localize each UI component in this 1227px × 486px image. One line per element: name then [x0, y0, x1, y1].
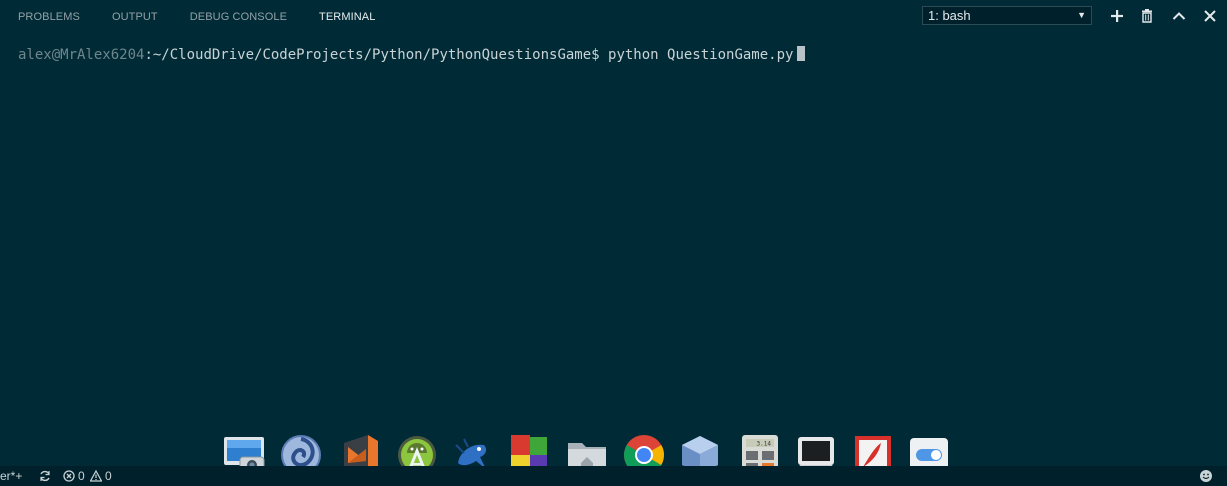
warning-count[interactable]: 0: [105, 469, 112, 483]
close-icon: [1204, 10, 1216, 22]
tab-terminal[interactable]: TERMINAL: [319, 9, 375, 25]
close-panel-button[interactable]: [1202, 8, 1218, 24]
tab-problems[interactable]: PROBLEMS: [18, 9, 80, 25]
prompt-path: :~/CloudDrive/CodeProjects/Python/Python…: [144, 47, 600, 63]
terminal-cursor: [797, 46, 806, 61]
panel-header: PROBLEMS OUTPUT DEBUG CONSOLE TERMINAL 1…: [0, 0, 1227, 33]
new-terminal-button[interactable]: [1109, 8, 1125, 24]
sync-icon[interactable]: [39, 470, 51, 485]
trash-icon: [1142, 9, 1152, 23]
prompt-user-host: alex@MrAlex6204: [18, 47, 145, 63]
panel-tabs: PROBLEMS OUTPUT DEBUG CONSOLE TERMINAL: [18, 9, 407, 25]
kill-terminal-button[interactable]: [1139, 8, 1155, 24]
plus-icon: [1111, 10, 1123, 22]
terminal-select-value: 1: bash: [928, 8, 971, 23]
warning-icon: [89, 469, 103, 485]
terminal-select-dropdown[interactable]: 1: bash ▼: [922, 6, 1092, 25]
error-count[interactable]: 0: [78, 469, 85, 483]
error-icon: [63, 470, 75, 485]
tab-output[interactable]: OUTPUT: [112, 9, 158, 25]
terminal-command: python QuestionGame.py: [599, 47, 794, 63]
terminal-prompt-line[interactable]: alex@MrAlex6204:~/CloudDrive/CodeProject…: [18, 46, 806, 64]
branch-indicator[interactable]: er*+: [0, 469, 22, 483]
dropdown-arrow-icon: ▼: [1077, 10, 1086, 20]
status-bar: er*+ 0 0: [0, 466, 1227, 486]
maximize-panel-button[interactable]: [1171, 8, 1187, 24]
calculator-display: 3.14: [757, 441, 772, 448]
feedback-smiley-icon[interactable]: [1199, 469, 1213, 486]
chevron-up-icon: [1172, 12, 1186, 20]
tab-debug-console[interactable]: DEBUG CONSOLE: [190, 9, 287, 25]
